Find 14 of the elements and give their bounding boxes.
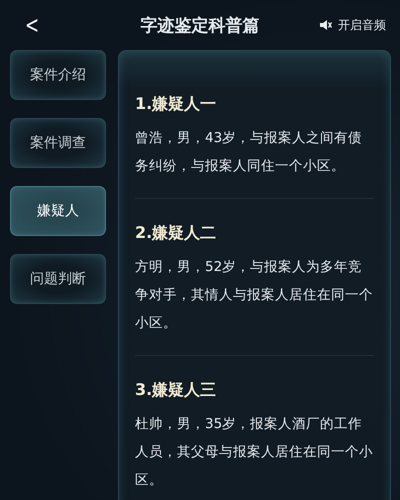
sidebar-tab[interactable]: 案件调查 — [10, 118, 106, 168]
section-heading: 3.嫌疑人三 — [135, 379, 218, 401]
sidebar-tab[interactable]: 问题判断 — [10, 254, 106, 304]
back-button[interactable]: < — [22, 11, 42, 39]
section-heading: 2.嫌疑人二 — [135, 222, 218, 244]
muted-speaker-icon — [319, 19, 332, 31]
sidebar-tab[interactable]: 案件介绍 — [10, 50, 106, 100]
section-heading: 1.嫌疑人一 — [135, 93, 218, 115]
audio-button[interactable]: 开启音频 — [319, 16, 386, 34]
sidebar-tab[interactable]: 嫌疑人 — [10, 186, 106, 236]
section-text: 方明，男，52岁，与报案人为多年竞争对手，其情人与报案人居住在同一个小区。 — [135, 258, 374, 333]
section-text: 杜帅，男，35岁，报案人酒厂的工作人员，其父母与报案人居住在同一个小区。 — [135, 415, 374, 490]
page-title: 字迹鉴定科普篇 — [140, 14, 260, 36]
section-text: 曾浩，男，43岁，与报案人之间有债务纠纷，与报案人同住一个小区。 — [135, 129, 364, 176]
